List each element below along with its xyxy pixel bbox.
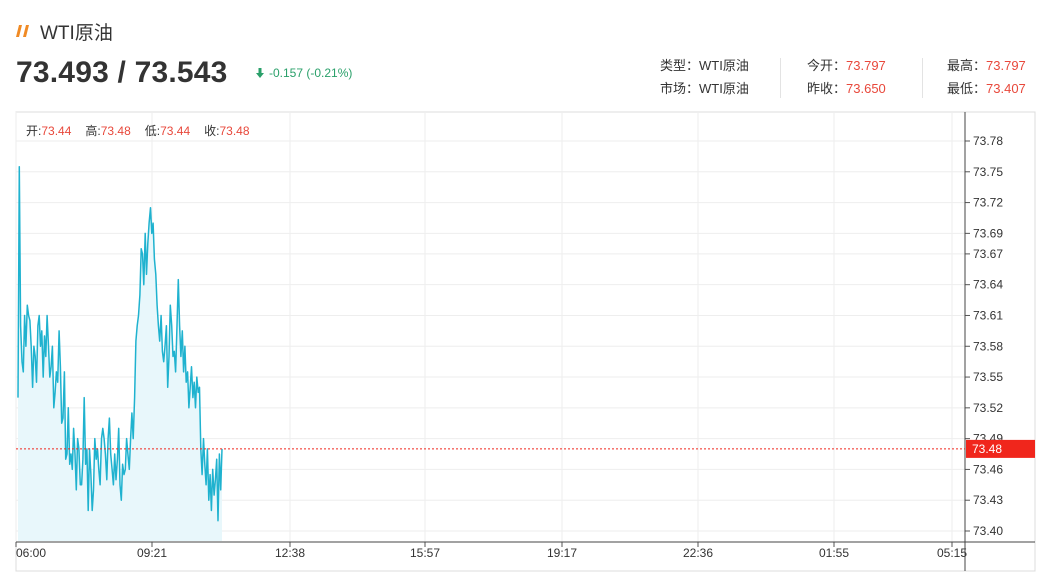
- y-tick-label: 73.64: [973, 278, 1003, 292]
- ohlc-high-value: 73.48: [100, 124, 131, 138]
- x-tick-label: 01:55: [819, 546, 849, 560]
- y-tick-label: 73.43: [973, 493, 1003, 507]
- price-chart[interactable]: 73.78 73.75 73.72 73.69 73.67 73.64 73.61 73.58…: [0, 0, 1041, 579]
- y-tick-label: 73.55: [973, 370, 1003, 384]
- x-tick-label: 12:38: [275, 546, 305, 560]
- ohlc-high-label: 高:: [85, 124, 101, 138]
- x-tick-label: 19:17: [547, 546, 577, 560]
- x-tick-label: 09:21: [137, 546, 167, 560]
- y-tick-label: 73.46: [973, 462, 1003, 476]
- ohlc-close-label: 收:: [204, 124, 220, 138]
- y-tick-label: 73.78: [973, 134, 1003, 148]
- x-tick-label: 05:15: [937, 546, 967, 560]
- x-tick-label: 06:00: [16, 546, 46, 560]
- ohlc-legend: 开:73.44 高:73.48 低:73.44 收:73.48: [26, 122, 264, 139]
- y-tick-label: 73.61: [973, 308, 1003, 322]
- ohlc-open-label: 开:: [26, 124, 42, 138]
- x-tick-label: 22:36: [683, 546, 713, 560]
- y-tick-label: 73.40: [973, 524, 1003, 538]
- ohlc-low-value: 73.44: [160, 124, 191, 138]
- y-tick-label: 73.72: [973, 196, 1003, 210]
- y-tick-label: 73.69: [973, 226, 1003, 240]
- y-tick-label: 73.58: [973, 339, 1003, 353]
- x-tick-label: 15:57: [410, 546, 440, 560]
- current-price-label: 73.48: [972, 442, 1002, 456]
- y-tick-label: 73.67: [973, 247, 1003, 261]
- y-tick-label: 73.75: [973, 165, 1003, 179]
- ohlc-low-label: 低:: [144, 124, 161, 138]
- ohlc-open-value: 73.44: [41, 124, 72, 138]
- ohlc-close-value: 73.48: [219, 124, 250, 138]
- y-tick-label: 73.52: [973, 401, 1003, 415]
